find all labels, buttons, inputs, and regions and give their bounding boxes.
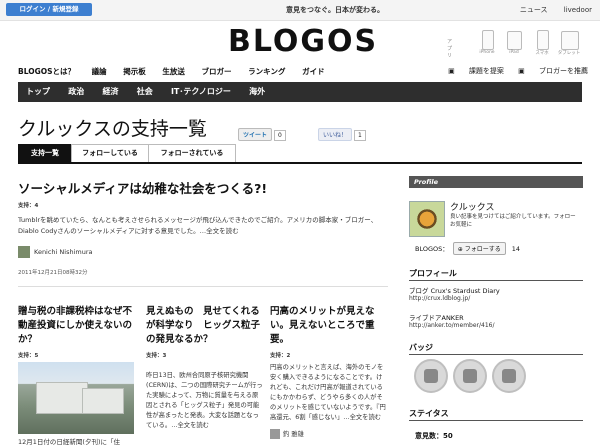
article-date: 2011年12月21日08時32分 <box>18 270 88 276</box>
status-section-title: ステイタス <box>409 408 583 421</box>
news-link[interactable]: ニュース <box>520 6 548 14</box>
nav-blogger[interactable]: ブロガー <box>202 67 232 76</box>
login-button[interactable]: ログイン / 新規登録 <box>6 3 92 16</box>
nav-debate[interactable]: 議論 <box>92 67 107 76</box>
top-bar: ログイン / 新規登録 意見をつなぐ。日本が変わる。 ニュース livedoor <box>0 0 600 21</box>
divider <box>18 286 388 287</box>
nav-live[interactable]: 生放送 <box>162 67 185 76</box>
like-count: 1 <box>354 130 366 141</box>
badge-inner-icon <box>424 369 438 383</box>
badge-icon[interactable] <box>453 359 487 393</box>
cat-economy[interactable]: 経済 <box>94 82 126 102</box>
tab-following[interactable]: フォローしている <box>71 144 149 162</box>
article-card-1: 贈与税の非課税枠はなぜ不動産投資にしか使えないのか？ 支持：5 <box>18 305 136 359</box>
apps-label: アプリ <box>447 39 453 59</box>
nav-bbs[interactable]: 掲示板 <box>123 67 146 76</box>
card-support: 支持：5 <box>18 353 39 359</box>
follow-count: 14 <box>511 245 521 253</box>
building-shape <box>82 388 124 414</box>
ipad-icon[interactable] <box>507 31 522 50</box>
featured-article: ソーシャルメディアは幼稚な社会をつくる?! 支持：4 Tumblrを眺めていたら… <box>18 178 388 237</box>
page-title: クルックスの支持一覧 <box>18 118 207 140</box>
follow-label: フォローする <box>464 246 501 253</box>
article-card-3: 円高のメリットが見えない。見えないところで重要。 支持：2 円高のメリットと言え… <box>270 305 388 440</box>
propose-topic-link[interactable]: ▣ 課題を提案 <box>448 67 504 75</box>
tagline: 意見をつなぐ。日本が変わる。 <box>286 6 384 14</box>
nav-ranking[interactable]: ランキング <box>248 67 285 76</box>
card-excerpt: 昨日13日、欧州合同原子核研究機関(CERN)は、二つの国際研究チームが行った実… <box>146 372 263 429</box>
card-title[interactable]: 贈与税の非課税枠はなぜ不動産投資にしか使えないのか？ <box>18 305 136 347</box>
sidebar: Profile <box>409 176 583 188</box>
tablet-icon[interactable] <box>561 31 579 50</box>
iphone-label: iPhone <box>479 50 495 55</box>
profile-header: Profile <box>409 176 583 188</box>
tweet-button[interactable]: ツイート <box>238 128 273 141</box>
iphone-icon[interactable] <box>482 30 494 50</box>
cat-world[interactable]: 海外 <box>241 82 273 102</box>
article-excerpt: Tumblrを眺めていたら、なんとも考えさせられるメッセージが飛び込んできたので… <box>18 216 378 235</box>
card-author[interactable]: 釣 雅雄 <box>270 429 388 440</box>
recommend-blogger-link[interactable]: ▣ ブロガーを推薦 <box>518 67 588 75</box>
top-links: ニュース livedoor <box>506 5 592 15</box>
tab-support-list[interactable]: 支持一覧 <box>18 144 72 162</box>
anker-label: ライブドアANKER <box>409 314 464 322</box>
global-nav-right: ▣ 課題を提案 ▣ ブロガーを推薦 <box>436 66 588 76</box>
tablet-label: タブレット <box>557 51 581 56</box>
nav-about[interactable]: BLOGOSとは？ <box>18 67 75 76</box>
card-support: 支持：3 <box>146 353 167 359</box>
article-card-2: 見えぬもの 見せてくれるが科学なり ヒッグス粒子の発見なるか？ 支持：3 昨日1… <box>146 305 264 431</box>
avatar <box>270 429 280 439</box>
smartphone-label: スマホ <box>535 51 549 56</box>
cat-society[interactable]: 社会 <box>129 82 161 102</box>
article-photo <box>18 362 134 434</box>
article-author[interactable]: Kenichi Nishimura <box>18 246 93 258</box>
propose-topic-label: 課題を提案 <box>468 67 504 75</box>
follow-row: BLOGOS： ⊕ フォローする 14 <box>415 242 520 255</box>
author-name: Kenichi Nishimura <box>34 248 93 256</box>
card-title[interactable]: 見えぬもの 見せてくれるが科学なり ヒッグス粒子の発見なるか？ <box>146 305 264 347</box>
card-author-name: 釣 雅雄 <box>283 431 304 438</box>
article-title[interactable]: ソーシャルメディアは幼稚な社会をつくる?! <box>18 178 388 197</box>
anker-url[interactable]: http://anker.to/member/416/ <box>409 322 495 329</box>
building-shape <box>36 382 88 414</box>
smartphone-icon[interactable] <box>537 30 549 50</box>
blog-url[interactable]: http://crux.ldblog.jp/ <box>409 295 470 302</box>
support-count: 支持：4 <box>18 203 39 209</box>
global-nav: BLOGOSとは？ 議論 掲示板 生放送 ブロガー ランキング ガイド <box>18 66 339 77</box>
tab-followers[interactable]: フォローされている <box>148 144 236 162</box>
profile-name: クルックス <box>450 203 495 213</box>
status-opinion-count: 意見数：50 <box>415 432 453 440</box>
card-support: 支持：2 <box>270 353 291 359</box>
profile-desc: 良い記事を見つけてはご紹介しています。フォローお気軽に <box>450 214 576 228</box>
badge-section-title: バッジ <box>409 342 583 355</box>
cat-top[interactable]: トップ <box>18 82 58 102</box>
blogos-label: BLOGOS： <box>415 245 449 253</box>
like-widget: いいね！ 1 <box>318 128 366 141</box>
follow-button[interactable]: ⊕ フォローする <box>452 242 506 255</box>
badge-icon[interactable] <box>414 359 448 393</box>
blogos-logo[interactable]: BLOGOS <box>228 24 378 59</box>
profile-section-title: プロフィール <box>409 268 583 281</box>
cat-politics[interactable]: 政治 <box>60 82 92 102</box>
recommend-blogger-label: ブロガーを推薦 <box>539 67 588 75</box>
like-button[interactable]: いいね！ <box>318 128 353 141</box>
profile-avatar <box>409 201 445 237</box>
badge-inner-icon <box>463 369 477 383</box>
category-nav: トップ 政治 経済 社会 IT･テクノロジー 海外 <box>18 82 582 102</box>
tweet-count: 0 <box>274 130 286 141</box>
cat-it[interactable]: IT･テクノロジー <box>163 82 239 102</box>
livedoor-link[interactable]: livedoor <box>564 6 592 14</box>
nav-guide[interactable]: ガイド <box>302 67 325 76</box>
card-title[interactable]: 円高のメリットが見えない。見えないところで重要。 <box>270 305 388 347</box>
tweet-widget: ツイート 0 <box>238 128 286 141</box>
badge-inner-icon <box>502 369 516 383</box>
card-excerpt: 円高のメリットと言えば、海外のモノを安く購入できるようになることです。けれども、… <box>270 364 386 421</box>
blog-label: ブログ Crux's Stardust Diary <box>409 287 500 295</box>
avatar <box>18 246 30 258</box>
tabs: 支持一覧 フォローしている フォローされている <box>18 144 582 164</box>
badge-icon[interactable] <box>492 359 526 393</box>
ipad-label: iPad <box>509 50 519 55</box>
